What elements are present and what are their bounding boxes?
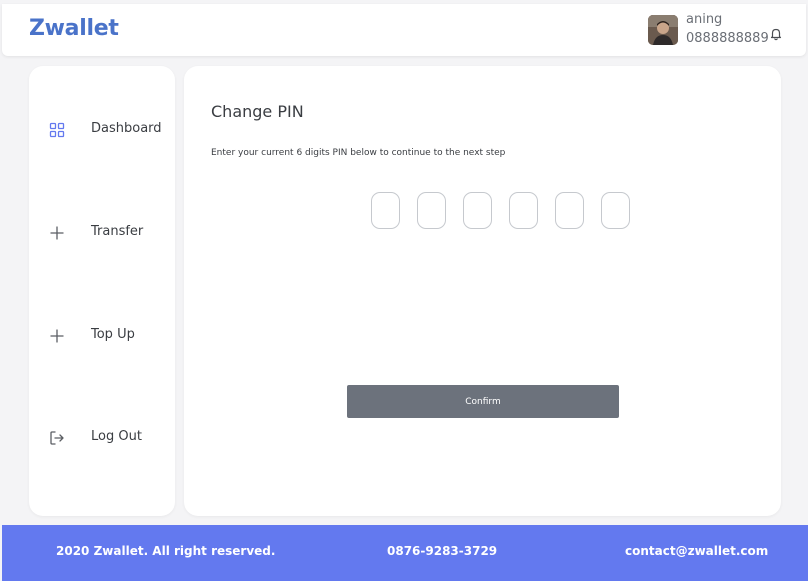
sidebar-item-log-out[interactable]: Log Out	[29, 423, 175, 453]
logout-icon	[49, 430, 65, 446]
confirm-button[interactable]: Confirm	[347, 385, 619, 418]
sidebar-item-label: Top Up	[91, 327, 135, 342]
pin-digit-4[interactable]	[509, 192, 538, 229]
footer-copyright: 2020 Zwallet. All right reserved.	[56, 544, 276, 558]
user-phone: 0888888889	[686, 31, 769, 46]
user-name: aning	[686, 12, 723, 27]
plus-icon	[49, 225, 65, 241]
sidebar-item-label: Log Out	[91, 429, 142, 444]
sidebar-item-top-up[interactable]: Top Up	[29, 321, 175, 351]
footer-phone: 0876-9283-3729	[387, 544, 498, 558]
avatar-image	[648, 15, 678, 45]
page-title: Change PIN	[211, 102, 304, 121]
sidebar: Dashboard Transfer Top Up Log Out	[29, 66, 175, 516]
plus-icon	[49, 328, 65, 344]
sidebar-item-transfer[interactable]: Transfer	[29, 218, 175, 248]
pin-digit-5[interactable]	[555, 192, 584, 229]
bell-icon[interactable]	[769, 26, 783, 41]
sidebar-item-label: Dashboard	[91, 121, 162, 136]
grid-icon	[49, 122, 65, 138]
top-header: Zwallet aning 0888888889	[2, 4, 806, 56]
change-pin-panel: Change PIN Enter your current 6 digits P…	[184, 66, 781, 516]
user-avatar[interactable]	[648, 15, 678, 45]
instruction-text: Enter your current 6 digits PIN below to…	[211, 148, 506, 158]
footer: 2020 Zwallet. All right reserved. 0876-9…	[2, 525, 808, 581]
brand-logo[interactable]: Zwallet	[29, 16, 119, 41]
pin-digit-6[interactable]	[601, 192, 630, 229]
sidebar-item-dashboard[interactable]: Dashboard	[29, 115, 175, 145]
pin-input-group	[371, 192, 631, 229]
sidebar-item-label: Transfer	[91, 224, 144, 239]
footer-email[interactable]: contact@zwallet.com	[625, 544, 768, 558]
pin-digit-3[interactable]	[463, 192, 492, 229]
pin-digit-2[interactable]	[417, 192, 446, 229]
pin-digit-1[interactable]	[371, 192, 400, 229]
